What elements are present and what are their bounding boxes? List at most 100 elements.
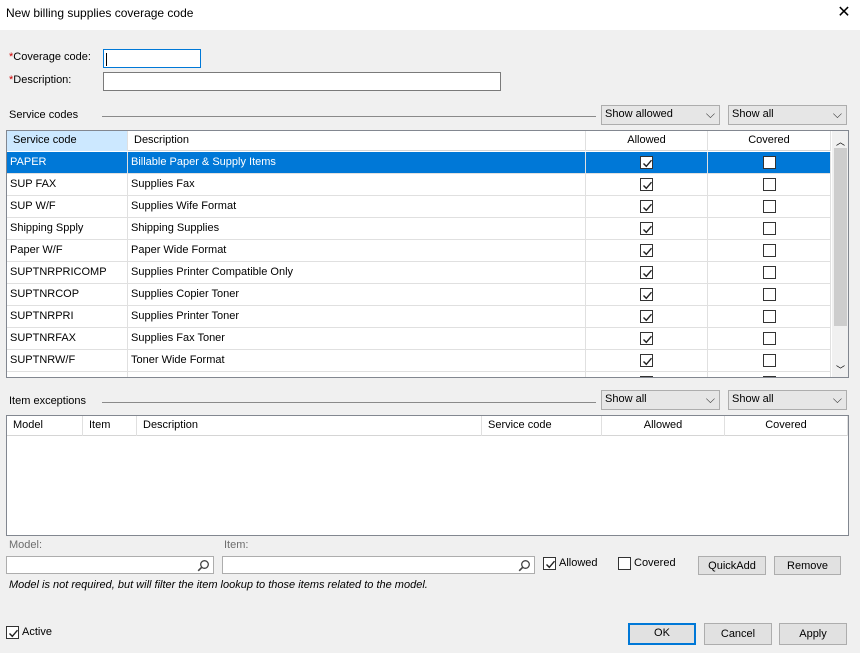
text-caret <box>106 53 107 66</box>
service-code-cell: SUPTNRCOP <box>7 284 128 305</box>
allowed-cell <box>586 372 708 377</box>
allowed-checkbox[interactable] <box>640 200 653 213</box>
covered-checkbox[interactable] <box>763 244 776 257</box>
description-cell: Supplies Fax Toner <box>128 328 586 349</box>
exception-allowed-filter-dropdown[interactable]: Show all ⌵ <box>601 390 720 410</box>
description-label: *Description: <box>9 74 72 86</box>
covered-checkbox[interactable] <box>763 156 776 169</box>
allowed-checkbox[interactable] <box>640 354 653 367</box>
allowed-cell <box>586 328 708 349</box>
quickadd-covered-label: Covered <box>634 557 676 569</box>
table-row[interactable]: SUPTNRPRICOMP Supplies Printer Compatible… <box>7 262 831 284</box>
table-row[interactable]: SUP FAX Supplies Fax <box>7 174 831 196</box>
scroll-up-icon: ︿ <box>836 137 846 147</box>
column-header-allowed[interactable]: Allowed <box>586 131 708 151</box>
service-code-cell: SUPTNRPRI <box>7 306 128 327</box>
covered-cell <box>708 174 831 195</box>
service-allowed-filter-dropdown[interactable]: Show allowed ⌵ <box>601 105 720 125</box>
quickadd-allowed-checkbox[interactable] <box>543 557 556 570</box>
allowed-checkbox[interactable] <box>640 288 653 301</box>
service-codes-section-label: Service codes <box>9 109 79 121</box>
column-header-covered[interactable]: Covered <box>708 131 831 151</box>
table-row[interactable]: SUPTNRPRI Supplies Printer Toner <box>7 306 831 328</box>
ok-button[interactable]: OK <box>628 623 696 645</box>
scrollbar-thumb[interactable] <box>834 148 847 326</box>
column-header-allowed[interactable]: Allowed <box>602 416 725 436</box>
service-covered-filter-dropdown[interactable]: Show all ⌵ <box>728 105 847 125</box>
allowed-checkbox[interactable] <box>640 376 653 377</box>
coverage-code-label: *Coverage code: <box>9 51 91 63</box>
description-cell: Toner Wide Format <box>128 350 586 371</box>
chevron-down-icon: ⌵ <box>832 392 842 406</box>
description-cell: Supplies Printer Compatible Only <box>128 262 586 283</box>
service-code-cell <box>7 372 128 377</box>
covered-checkbox[interactable] <box>763 200 776 213</box>
quickadd-covered-checkbox[interactable] <box>618 557 631 570</box>
coverage-code-input[interactable] <box>103 49 201 68</box>
covered-cell <box>708 240 831 261</box>
covered-checkbox[interactable] <box>763 376 776 377</box>
scroll-down-icon: ﹀ <box>836 365 846 375</box>
service-codes-grid: Service code Description Allowed Covered… <box>6 130 849 378</box>
table-row[interactable]: Shipping Spply Shipping Supplies <box>7 218 831 240</box>
quickadd-allowed-label: Allowed <box>559 557 598 569</box>
covered-checkbox[interactable] <box>763 178 776 191</box>
table-row[interactable]: Paper W/F Paper Wide Format <box>7 240 831 262</box>
allowed-checkbox[interactable] <box>640 244 653 257</box>
chevron-down-icon: ⌵ <box>832 107 842 121</box>
allowed-checkbox[interactable] <box>640 156 653 169</box>
covered-checkbox[interactable] <box>763 332 776 345</box>
covered-cell <box>708 328 831 349</box>
vertical-scrollbar[interactable]: ︿ ﹀ <box>832 131 848 377</box>
service-code-cell: SUPTNRPRICOMP <box>7 262 128 283</box>
table-row[interactable]: SUPTNRW/F Toner Wide Format <box>7 350 831 372</box>
exception-covered-filter-dropdown[interactable]: Show all ⌵ <box>728 390 847 410</box>
model-lookup-input[interactable] <box>6 556 214 574</box>
column-header-covered[interactable]: Covered <box>725 416 848 436</box>
service-code-cell: SUPTNRW/F <box>7 350 128 371</box>
window-title: New billing supplies coverage code <box>6 6 194 20</box>
cancel-button[interactable]: Cancel <box>704 623 772 645</box>
search-icon <box>197 560 209 572</box>
description-cell: Supplies Printer Toner <box>128 306 586 327</box>
remove-button[interactable]: Remove <box>774 556 841 575</box>
column-header-item[interactable]: Item <box>83 416 137 436</box>
table-row[interactable]: SUPTNRCOP Supplies Copier Toner <box>7 284 831 306</box>
allowed-checkbox[interactable] <box>640 222 653 235</box>
covered-cell <box>708 306 831 327</box>
item-exceptions-grid: Model Item Description Service code Allo… <box>6 415 849 536</box>
column-header-service-code[interactable]: Service code <box>7 131 128 151</box>
allowed-checkbox[interactable] <box>640 310 653 323</box>
table-row[interactable]: SUPTNRFAX Supplies Fax Toner <box>7 328 831 350</box>
quickadd-button[interactable]: QuickAdd <box>698 556 766 575</box>
covered-checkbox[interactable] <box>763 266 776 279</box>
chevron-down-icon: ⌵ <box>705 107 715 121</box>
covered-cell <box>708 218 831 239</box>
column-header-model[interactable]: Model <box>7 416 83 436</box>
apply-button[interactable]: Apply <box>779 623 847 645</box>
covered-checkbox[interactable] <box>763 310 776 323</box>
active-label: Active <box>22 626 52 638</box>
column-header-description[interactable]: Description <box>137 416 482 436</box>
service-code-cell: Paper W/F <box>7 240 128 261</box>
table-row[interactable] <box>7 372 831 377</box>
table-row[interactable]: PAPER Billable Paper & Supply Items <box>7 152 831 174</box>
allowed-checkbox[interactable] <box>640 266 653 279</box>
covered-checkbox[interactable] <box>763 354 776 367</box>
close-icon[interactable]: ✕ <box>836 4 852 22</box>
item-lookup-input[interactable] <box>222 556 535 574</box>
allowed-checkbox[interactable] <box>640 178 653 191</box>
covered-cell <box>708 262 831 283</box>
column-header-description[interactable]: Description <box>128 131 586 151</box>
active-checkbox[interactable] <box>6 626 19 639</box>
allowed-cell <box>586 196 708 217</box>
column-header-service-code[interactable]: Service code <box>482 416 602 436</box>
allowed-checkbox[interactable] <box>640 332 653 345</box>
item-exceptions-section-label: Item exceptions <box>9 395 87 407</box>
description-input[interactable] <box>103 72 501 91</box>
description-cell: Supplies Wife Format <box>128 196 586 217</box>
allowed-cell <box>586 152 708 173</box>
covered-checkbox[interactable] <box>763 222 776 235</box>
table-row[interactable]: SUP W/F Supplies Wife Format <box>7 196 831 218</box>
covered-checkbox[interactable] <box>763 288 776 301</box>
